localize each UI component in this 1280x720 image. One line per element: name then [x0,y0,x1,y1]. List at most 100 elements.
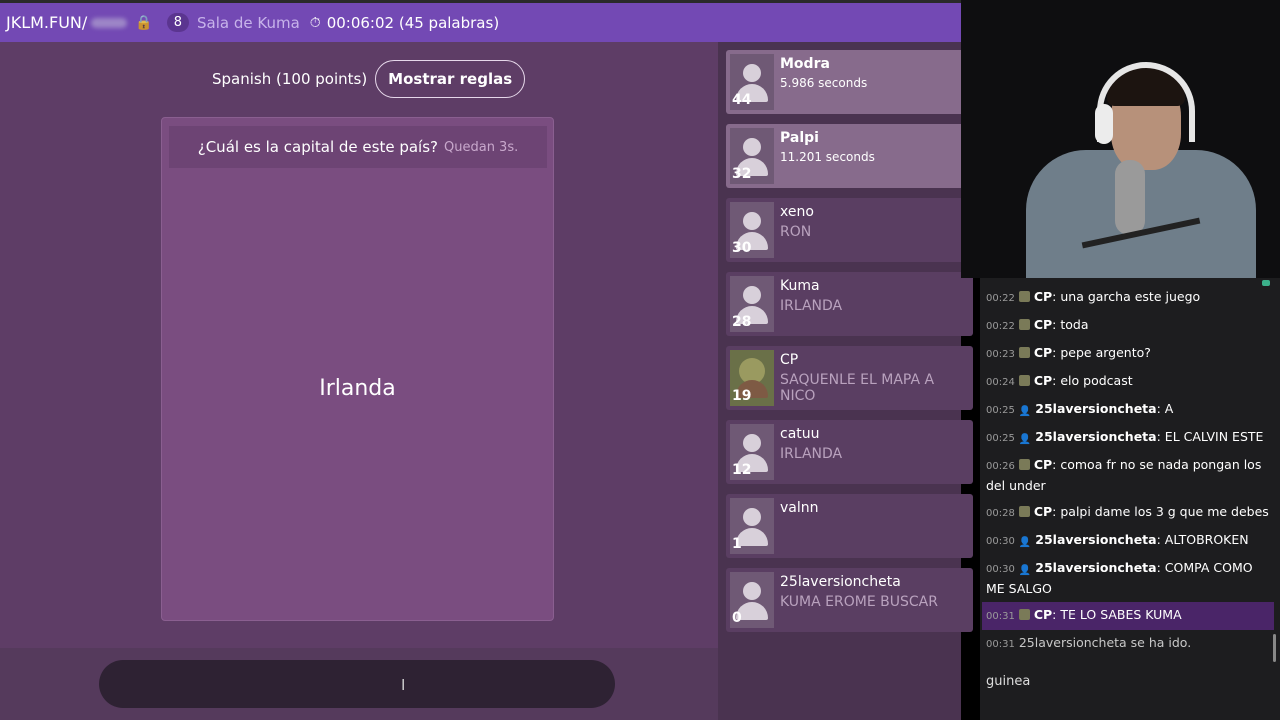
user-icon: 👤 [1018,565,1032,576]
player-score: 12 [732,462,752,478]
chat-timestamp: 00:23 [986,349,1015,360]
time-left: Quedan 3s. [444,139,519,155]
player-name: catuu [780,426,820,442]
chat-author[interactable]: CP [1034,457,1052,472]
chat-message: 00:3125laversioncheta se ha unido. [982,658,1274,664]
chat-message: 00:22 CP: toda [982,312,1274,340]
player-list: 44 Modra 5.986 seconds 32 Palpi 11.201 s… [718,42,973,720]
rules-row: Spanish (100 points) Mostrar reglas [212,60,526,98]
chat-text: : ALTOBROKEN [1156,532,1249,547]
chat-author[interactable]: CP [1034,607,1052,622]
chat-message: 00:23 CP: pepe argento? [982,340,1274,368]
avatar: 28 [730,276,774,332]
player-card: 0 25laversioncheta KUMA EROME BUSCAR [726,568,973,632]
chat-text: : TE LO SABES KUMA [1052,607,1182,622]
chat-timestamp: 00:25 [986,405,1015,416]
player-name: valnn [780,500,819,516]
chat-text: : toda [1052,317,1089,332]
player-time: 5.986 seconds [780,76,868,90]
chat-timestamp: 00:31 [986,611,1015,622]
player-card: 12 catuu IRLANDA [726,420,973,484]
player-count-badge: 8 [166,13,190,32]
user-avatar-icon [1018,347,1030,358]
player-name: Modra [780,56,830,72]
stopwatch-icon: ⏱ [309,14,321,31]
chat-text: : palpi dame los 3 g que me debes [1052,504,1269,519]
chat-author[interactable]: CP [1034,317,1052,332]
chat-author[interactable]: CP [1034,504,1052,519]
chat-timestamp: 00:24 [986,377,1015,388]
user-avatar-icon [1018,609,1030,620]
player-card: 19 CP SAQUENLE EL MAPA A NICO [726,346,973,410]
player-score: 1 [732,536,742,552]
chat-messages[interactable]: 00:22 CP: una garcha este juego 00:22 CP: t… [982,284,1274,664]
room-code-hidden [91,17,128,28]
chat-timestamp: 00:22 [986,293,1015,304]
chat-message: 00:30 👤 25laversioncheta: COMPA COMO ME SA… [982,555,1274,602]
site-logo[interactable]: JKLM.FUN/ [0,13,87,32]
avatar: 1 [730,498,774,554]
chat-message: 00:25 👤 25laversioncheta: EL CALVIN ESTE [982,424,1274,452]
question-card: ¿Cuál es la capital de este país? Quedan… [161,117,554,621]
chat-timestamp: 00:22 [986,321,1015,332]
microphone-icon [1115,160,1145,235]
avatar: 44 [730,54,774,110]
text-cursor-icon: I [401,676,406,694]
chat-author[interactable]: CP [1034,373,1052,388]
user-avatar-icon [1018,375,1030,386]
chat-input[interactable]: guinea [986,674,1030,689]
avatar: 32 [730,128,774,184]
chat-author[interactable]: 25laversioncheta [1035,560,1156,575]
question-text: ¿Cuál es la capital de este país? [197,138,438,156]
language-points: Spanish (100 points) [212,70,368,88]
player-name: Kuma [780,278,820,294]
player-name: Palpi [780,130,819,146]
player-name: CP [780,352,799,368]
player-score: 28 [732,314,752,330]
chat-message: 00:22 CP: una garcha este juego [982,284,1274,312]
chat-message: 00:31 CP: TE LO SABES KUMA [982,602,1274,630]
player-score: 19 [732,388,752,404]
player-word: KUMA EROME BUSCAR [780,594,938,610]
lock-icon: 🔒 [135,14,153,31]
user-icon: 👤 [1018,406,1032,417]
chat-message: 00:30 👤 25laversioncheta: ALTOBROKEN [982,527,1274,555]
chat-timestamp: 00:26 [986,461,1015,472]
player-card: 28 Kuma IRLANDA [726,272,973,336]
chat-author[interactable]: 25laversioncheta [1035,401,1156,416]
user-icon: 👤 [1018,434,1032,445]
chat-author[interactable]: CP [1034,345,1052,360]
avatar: 19 [730,350,774,406]
webcam-overlay [961,0,1280,278]
answer-bar: I [0,648,718,720]
chat-panel: 00:22 CP: una garcha este juego 00:22 CP: t… [980,278,1280,720]
player-card: 1 valnn [726,494,973,558]
chat-timestamp: 00:30 [986,536,1015,547]
player-word: IRLANDA [780,298,843,314]
chat-author[interactable]: CP [1034,289,1052,304]
chat-text: : EL CALVIN ESTE [1156,429,1264,444]
avatar: 12 [730,424,774,480]
player-card: 30 xeno RON [726,198,973,262]
player-name: xeno [780,204,814,220]
player-score: 32 [732,166,752,182]
user-avatar-icon [1018,291,1030,302]
game-timer: 00:06:02 (45 palabras) [326,13,500,32]
answer-input[interactable]: I [99,660,615,708]
player-score: 30 [732,240,752,256]
prompt-country: Irlanda [319,376,396,401]
chat-author[interactable]: 25laversioncheta [1035,429,1156,444]
chat-author[interactable]: 25laversioncheta [1035,532,1156,547]
show-rules-button[interactable]: Mostrar reglas [375,60,526,98]
chat-timestamp: 00:30 [986,564,1015,575]
player-word: SAQUENLE EL MAPA A NICO [780,372,935,404]
chat-timestamp: 00:28 [986,508,1015,519]
player-score: 44 [732,92,752,108]
chat-system-message: 25laversioncheta se ha ido. [1018,635,1192,650]
chat-scrollbar[interactable] [1273,634,1276,662]
room-name: Sala de Kuma [197,13,300,32]
player-word: IRLANDA [780,446,843,462]
chat-message: 00:28 CP: palpi dame los 3 g que me debes [982,499,1274,527]
chat-message: 00:26 CP: comoa fr no se nada pongan los … [982,452,1274,499]
player-card: 44 Modra 5.986 seconds [726,50,973,114]
